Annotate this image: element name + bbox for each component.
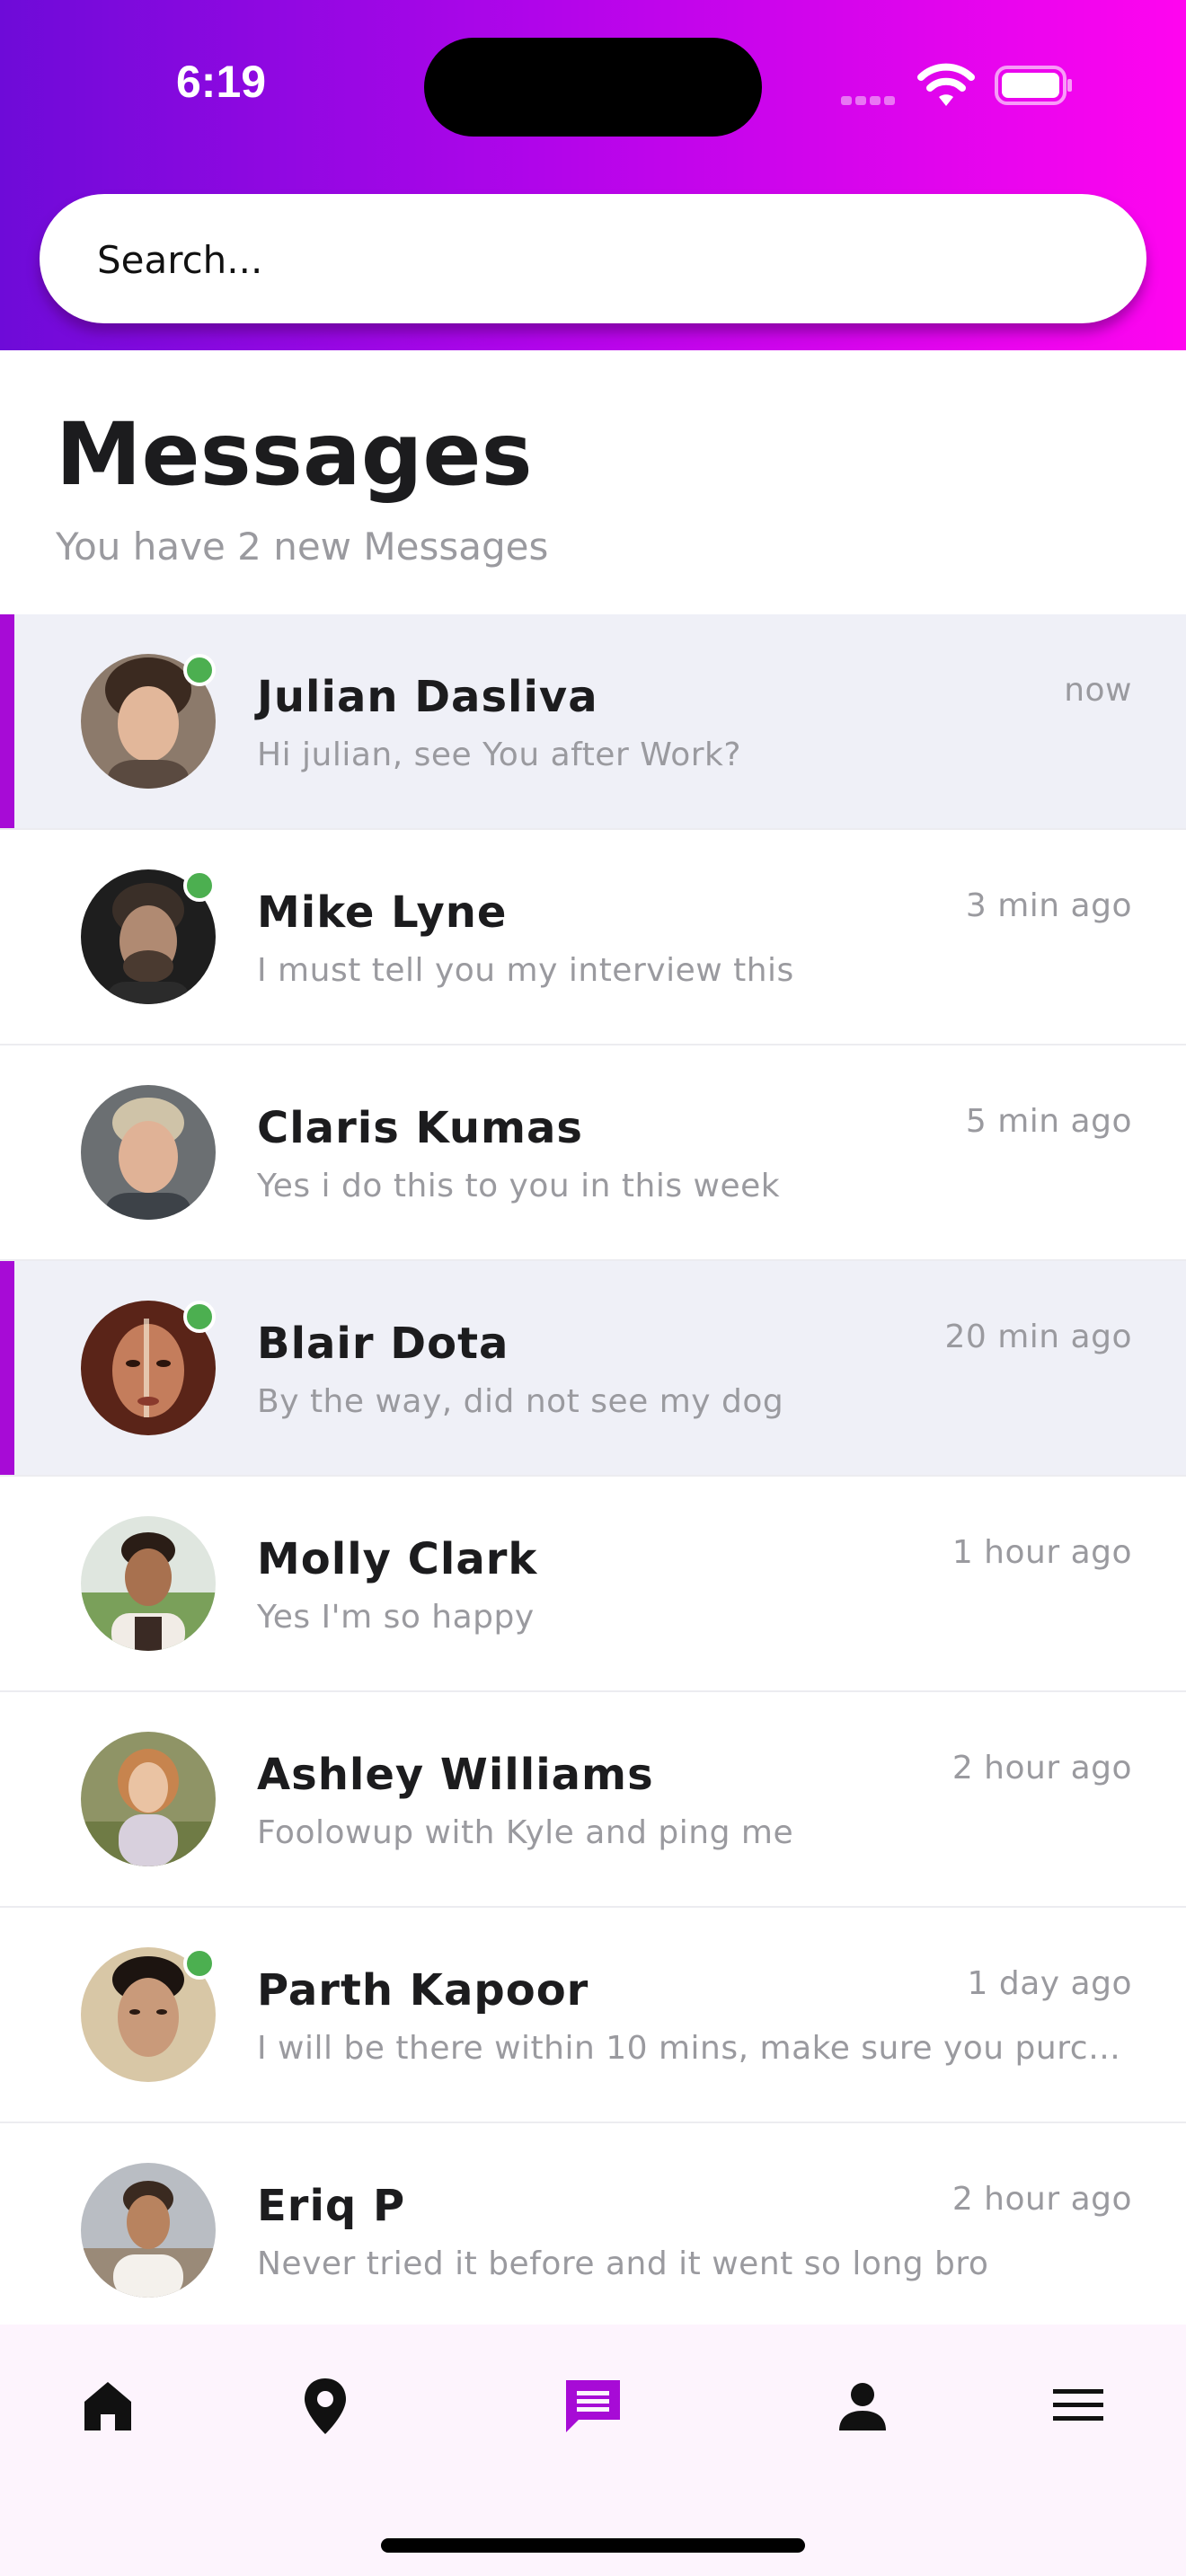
cellular-signal-icon — [841, 92, 904, 105]
message-row[interactable]: Mike Lyne I must tell you my interview t… — [0, 830, 1186, 1045]
message-preview: Foolowup with Kyle and ping me — [257, 1814, 794, 1851]
avatar — [81, 2163, 216, 2298]
profile-icon[interactable] — [827, 2369, 898, 2441]
page-title: Messages — [56, 404, 533, 505]
message-time: 1 hour ago — [951, 1534, 1132, 1571]
contact-name: Mike Lyne — [257, 887, 508, 938]
message-row[interactable]: Molly Clark Yes I'm so happy 1 hour ago — [0, 1477, 1186, 1692]
message-row[interactable]: Julian Dasliva Hi julian, see You after … — [0, 614, 1186, 830]
message-time: 2 hour ago — [951, 1750, 1132, 1786]
avatar — [81, 1516, 216, 1651]
message-preview: By the way, did not see my dog — [257, 1383, 784, 1420]
contact-name: Parth Kapoor — [257, 1965, 589, 2016]
message-list: Julian Dasliva Hi julian, see You after … — [0, 614, 1186, 2339]
location-pin-icon[interactable] — [289, 2369, 361, 2441]
message-preview: Never tried it before and it went so lon… — [257, 2245, 989, 2282]
battery-icon — [995, 66, 1072, 105]
message-preview: Yes I'm so happy — [257, 1599, 535, 1636]
online-indicator — [183, 869, 216, 902]
message-preview: Yes i do this to you in this week — [257, 1168, 781, 1204]
message-row[interactable]: Parth Kapoor I will be there within 10 m… — [0, 1908, 1186, 2123]
search-input[interactable] — [95, 219, 1087, 300]
message-row[interactable]: Blair Dota By the way, did not see my do… — [0, 1261, 1186, 1477]
menu-icon[interactable] — [1042, 2369, 1114, 2441]
message-preview: I must tell you my interview this — [257, 952, 794, 989]
contact-name: Julian Dasliva — [257, 672, 598, 722]
contact-name: Eriq P — [257, 2181, 406, 2231]
message-row[interactable]: Eriq P Never tried it before and it went… — [0, 2123, 1186, 2339]
online-indicator — [183, 654, 216, 686]
message-preview: Hi julian, see You after Work? — [257, 737, 741, 773]
message-time: 5 min ago — [965, 1103, 1132, 1140]
header-gradient: 6:19 — [0, 0, 1186, 350]
online-indicator — [183, 1947, 216, 1980]
wifi-icon — [917, 63, 975, 106]
message-row[interactable]: Claris Kumas Yes i do this to you in thi… — [0, 1045, 1186, 1261]
avatar — [81, 1732, 216, 1866]
message-time: now — [1064, 672, 1132, 709]
search-bar[interactable] — [40, 194, 1146, 323]
message-preview: I will be there within 10 mins, make sur… — [257, 2030, 1123, 2067]
contact-name: Blair Dota — [257, 1319, 509, 1369]
contact-name: Molly Clark — [257, 1534, 538, 1584]
contact-name: Ashley Williams — [257, 1750, 654, 1800]
online-indicator — [183, 1301, 216, 1333]
contact-name: Claris Kumas — [257, 1103, 583, 1153]
home-icon[interactable] — [72, 2369, 144, 2441]
message-row[interactable]: Ashley Williams Foolowup with Kyle and p… — [0, 1692, 1186, 1908]
message-time: 20 min ago — [944, 1319, 1132, 1355]
messages-icon[interactable] — [557, 2369, 629, 2441]
status-time: 6:19 — [176, 57, 267, 107]
message-time: 2 hour ago — [951, 2181, 1132, 2218]
page-subtitle: You have 2 new Messages — [56, 525, 549, 569]
message-time: 3 min ago — [965, 887, 1132, 924]
avatar — [81, 1085, 216, 1220]
dynamic-island — [424, 38, 762, 137]
message-time: 1 day ago — [967, 1965, 1132, 2002]
home-indicator — [381, 2538, 805, 2553]
